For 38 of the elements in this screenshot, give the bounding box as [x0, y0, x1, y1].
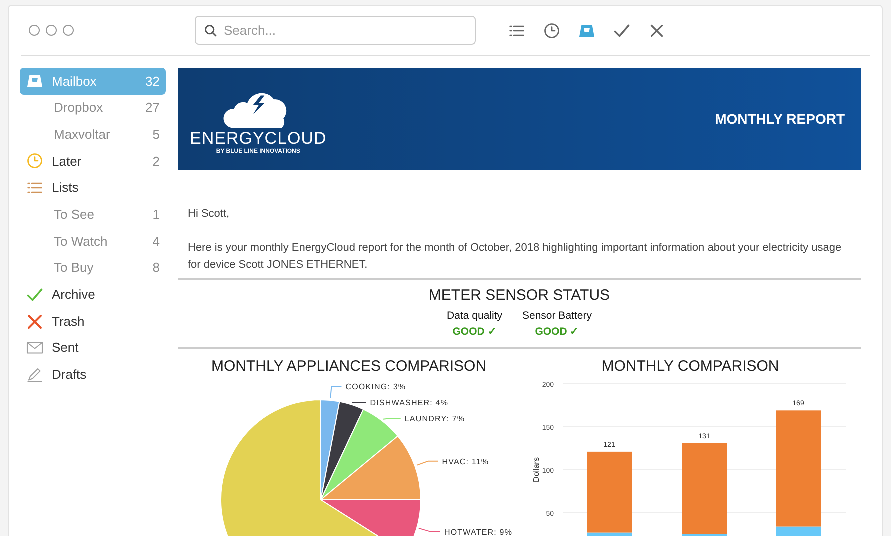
- search-field[interactable]: Search...: [195, 16, 476, 45]
- sidebar-item[interactable]: Lists: [20, 174, 166, 202]
- clock-button[interactable]: [543, 22, 561, 40]
- leader-line: [383, 418, 402, 420]
- report-title: MONTHLY REPORT: [715, 110, 845, 128]
- window-control[interactable]: [46, 25, 57, 36]
- status-label: Sensor Battery: [522, 309, 592, 324]
- logo-name: ENERGYCLOUD: [190, 130, 327, 148]
- status-value: GOOD ✓: [452, 324, 497, 340]
- slice-label: HOTWATER: 9%: [444, 528, 513, 536]
- greeting: Hi Scott,: [187, 207, 231, 222]
- chart-title: MONTHLY APPLIANCES COMPARISON: [211, 356, 487, 376]
- status-value: GOOD ✓: [535, 324, 580, 340]
- axis-label: Dollars: [532, 458, 540, 482]
- clock-icon: [26, 152, 44, 170]
- window-control[interactable]: [63, 25, 74, 36]
- slice-label: LAUNDRY: 7%: [404, 414, 466, 424]
- slice-label: HVAC: 11%: [442, 457, 490, 466]
- status-title: METER SENSOR STATUS: [428, 286, 610, 306]
- leader-line: [418, 528, 441, 532]
- sidebar-item[interactable]: Drafts: [20, 362, 166, 388]
- window-control[interactable]: [29, 25, 40, 36]
- status-label: Data quality: [447, 309, 502, 324]
- sidebar-item[interactable]: Archive: [20, 282, 166, 308]
- pencil-icon: [26, 366, 44, 384]
- leader-line: [416, 460, 439, 466]
- search-icon: [204, 24, 218, 38]
- chart-title: MONTHLY COMPARISON: [602, 356, 780, 376]
- cross-icon: [26, 312, 44, 331]
- sidebar-item[interactable]: Trash: [20, 308, 166, 335]
- clock-icon: [543, 22, 561, 40]
- slice-label: COOKING: 3%: [346, 382, 406, 392]
- sidebar-item[interactable]: Sent: [20, 334, 166, 362]
- sidebar-item[interactable]: Later 2: [20, 148, 166, 175]
- leader-line: [330, 386, 342, 399]
- slice-label: DISHWASHER: 4%: [370, 398, 449, 408]
- body-text: Here is your monthly EnergyCloud report for the month of October, 2018 highlighting important information about your electricity usage for device Scott JONES ETHERNET.: [187, 240, 843, 272]
- leader-line: [352, 402, 367, 404]
